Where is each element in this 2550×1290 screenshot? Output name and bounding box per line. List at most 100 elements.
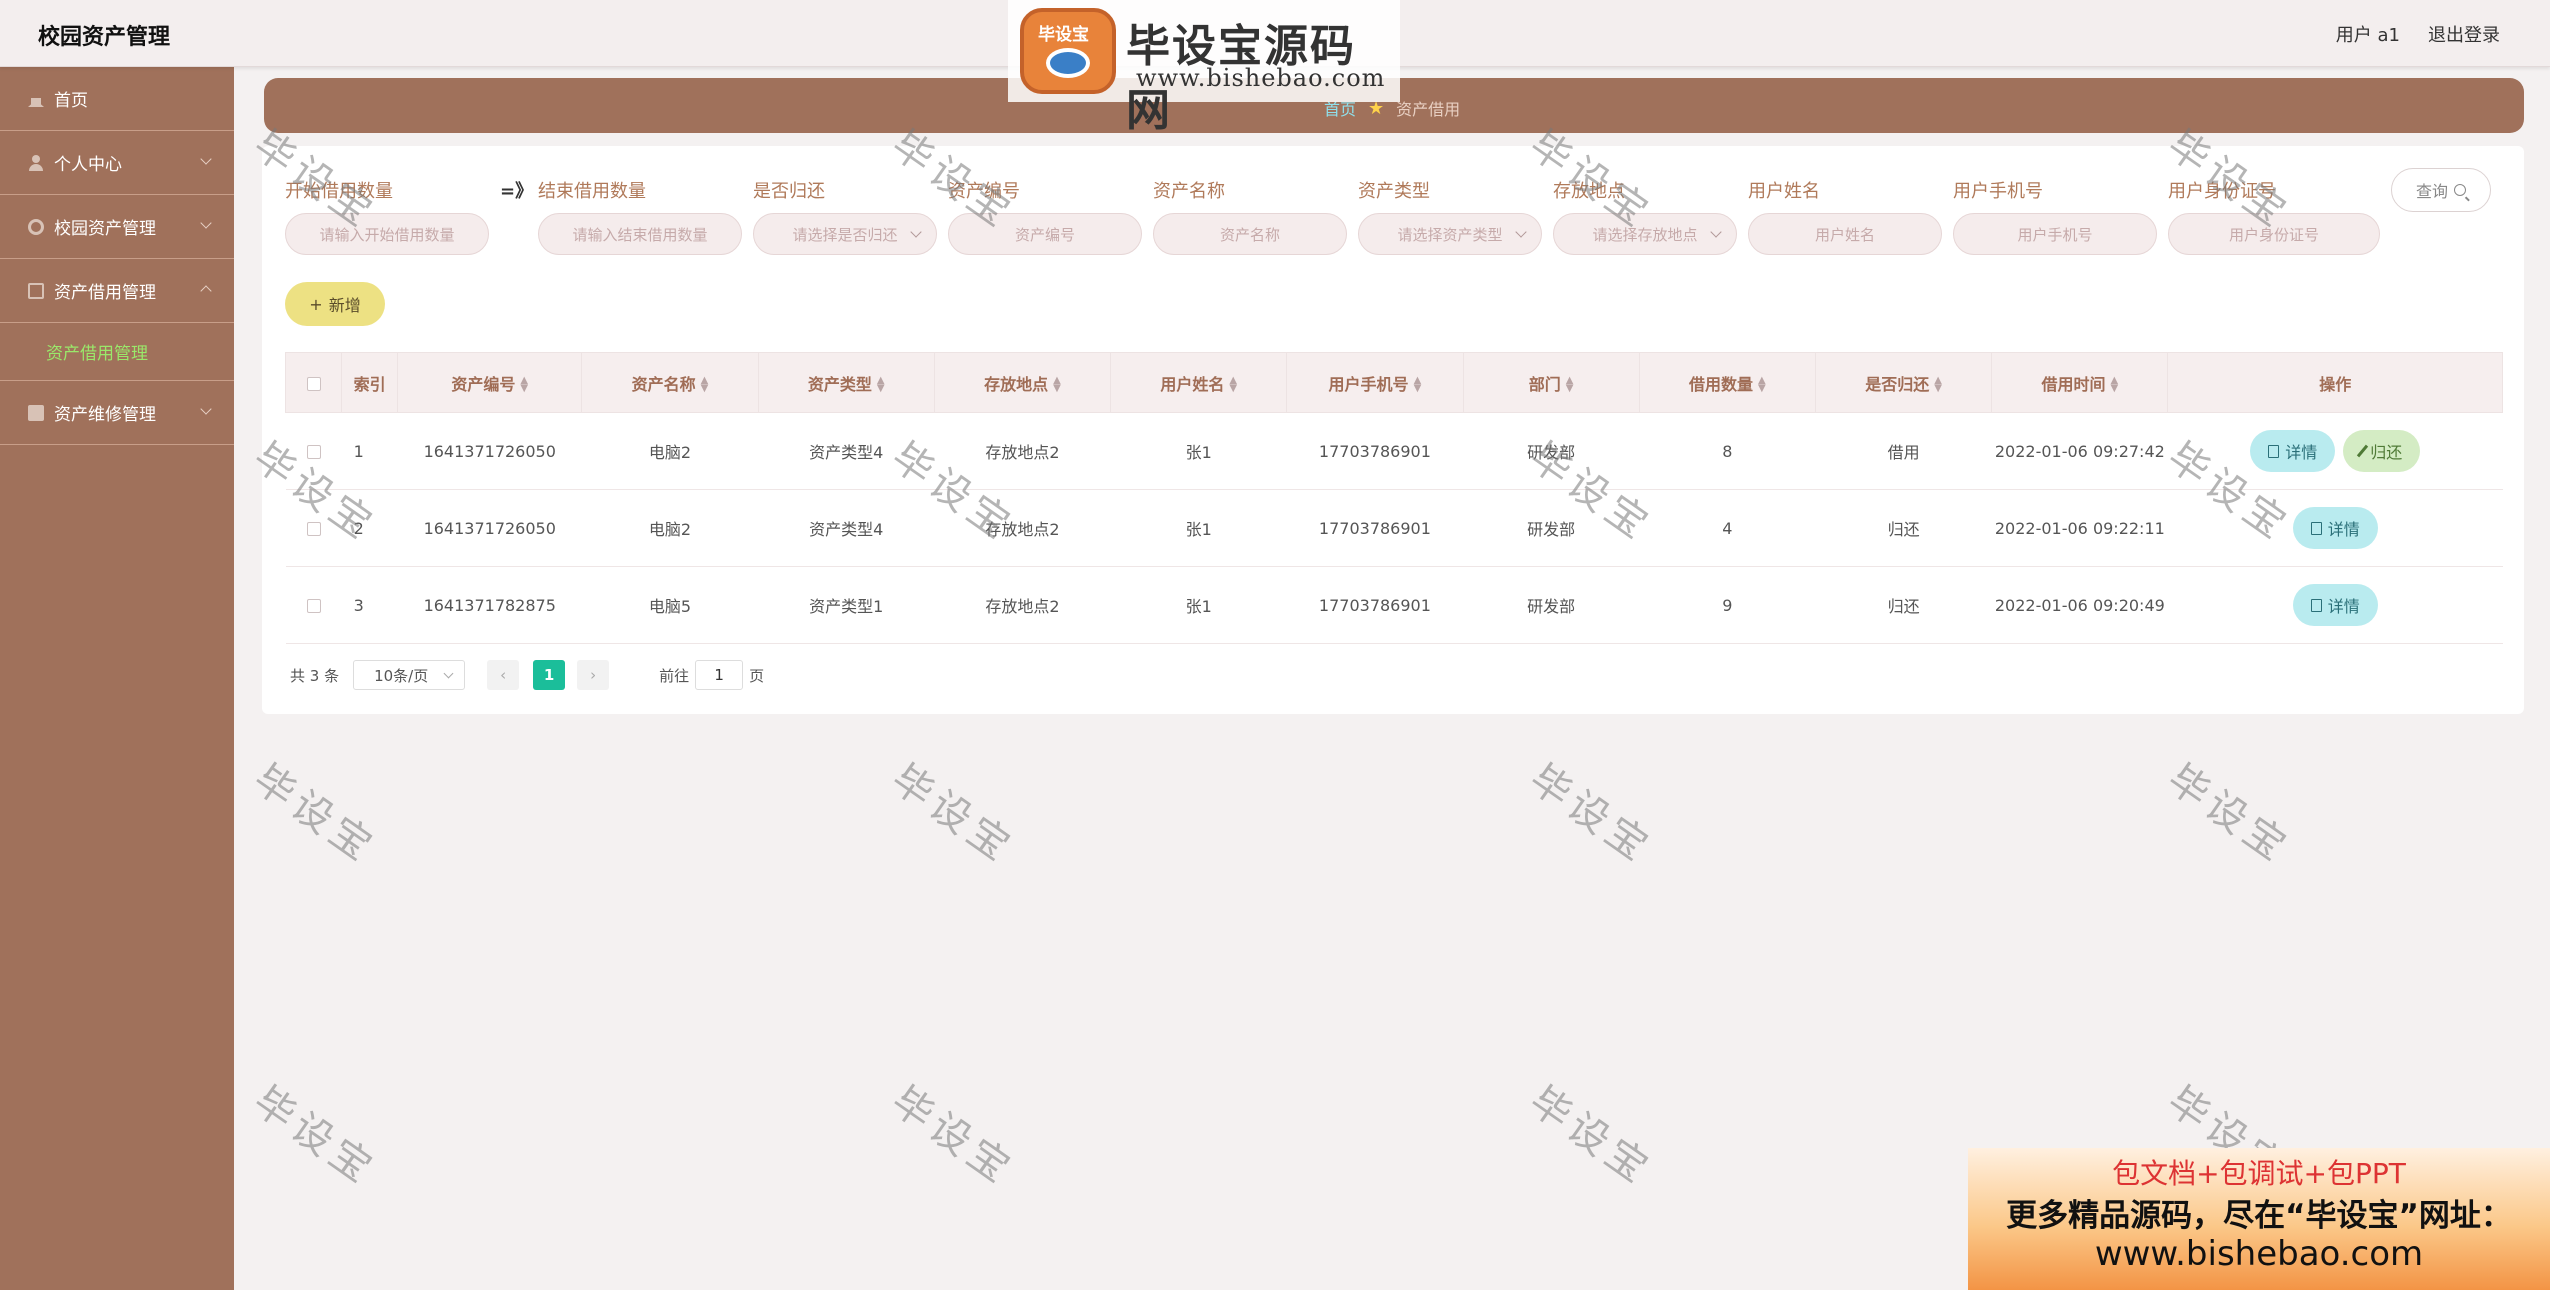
- sidebar-item-home[interactable]: 首页: [0, 67, 234, 131]
- column-header[interactable]: 存放地点 ▲ ▼: [933, 352, 1112, 413]
- logout-link[interactable]: 退出登录: [2428, 21, 2500, 47]
- goto-prefix: 前往: [659, 666, 690, 685]
- column-header[interactable]: 用户姓名 ▲ ▼: [1110, 352, 1288, 413]
- cell-location: 存放地点2: [934, 489, 1111, 567]
- cell-time: 2022-01-06 09:22:11: [1991, 489, 2168, 567]
- row-checkbox[interactable]: [306, 599, 321, 613]
- pagination: 共 3 条 10条/页 ‹ 1 › 前往 1 页: [290, 660, 764, 690]
- start-borrow-qty-input[interactable]: 请输入开始借用数量: [285, 213, 489, 255]
- cell-time: 2022-01-06 09:20:49: [1991, 566, 2168, 644]
- cell-dept: 研发部: [1463, 489, 1640, 567]
- chevron-down-icon: [910, 226, 922, 238]
- select-all-checkbox[interactable]: [306, 376, 321, 391]
- row-checkbox[interactable]: [306, 445, 321, 459]
- sort-icon[interactable]: ▲ ▼: [877, 376, 885, 394]
- column-header[interactable]: 资产编号 ▲ ▼: [397, 352, 583, 413]
- page-size-select[interactable]: 10条/页: [353, 660, 466, 690]
- column-header[interactable]: 是否归还 ▲ ▼: [1814, 352, 1993, 413]
- asset-no-input[interactable]: 资产编号: [948, 213, 1142, 255]
- column-header[interactable]: 部门 ▲ ▼: [1462, 352, 1640, 413]
- column-label: 借用时间: [2041, 374, 2106, 394]
- prev-page-button[interactable]: ‹: [487, 660, 520, 690]
- row-checkbox[interactable]: [306, 522, 321, 536]
- column-header[interactable]: 资产类型 ▲ ▼: [757, 352, 935, 413]
- watermark-text: 毕设宝: [2158, 755, 2299, 873]
- sidebar-subitem-borrow-management[interactable]: 资产借用管理: [0, 323, 234, 381]
- sort-icon[interactable]: ▲ ▼: [1566, 376, 1574, 394]
- sort-icon[interactable]: ▲ ▼: [1414, 376, 1422, 394]
- field-label: 资产编号: [948, 181, 1020, 202]
- page-number-button[interactable]: 1: [533, 660, 566, 690]
- cell-user: 张1: [1110, 412, 1287, 490]
- sort-icon[interactable]: ▲ ▼: [520, 376, 528, 394]
- field-label: 资产类型: [1358, 181, 1430, 202]
- sort-icon[interactable]: ▲ ▼: [1229, 376, 1237, 394]
- add-label: 新增: [328, 296, 361, 315]
- returned-select[interactable]: 请选择是否归还: [753, 213, 937, 255]
- sidebar-item-label: 首页: [54, 91, 88, 111]
- range-arrow: =》: [500, 181, 534, 202]
- sidebar-item-label: 资产维修管理: [54, 405, 156, 425]
- sort-icon[interactable]: ▲ ▼: [1053, 376, 1061, 394]
- table-header-row: 索引 资产编号 ▲ ▼ 资产名称 ▲ ▼ 资产类型 ▲ ▼ 存放地点 ▲ ▼ 用户姓名 ▲ ▼ 用户…: [284, 352, 2503, 413]
- row-select-cell[interactable]: [285, 489, 342, 567]
- user-icon: [28, 154, 44, 171]
- detail-button[interactable]: 详情: [2250, 430, 2336, 473]
- cell-returned: 借用: [1815, 412, 1992, 490]
- header-user-area: 用户 a1 退出登录: [2336, 21, 2500, 47]
- next-page-button[interactable]: ›: [577, 660, 610, 690]
- ad-banner[interactable]: 包文档+包调试+包PPT 更多精品源码，尽在“毕设宝”网址： www.bishe…: [1968, 1148, 2550, 1290]
- sort-icon[interactable]: ▲ ▼: [701, 376, 709, 394]
- user-label[interactable]: 用户 a1: [2336, 21, 2400, 47]
- app-title: 校园资产管理: [38, 25, 171, 50]
- end-borrow-qty-input[interactable]: 请输入结束借用数量: [538, 213, 742, 255]
- select-placeholder: 请选择是否归还: [792, 225, 898, 244]
- sidebar-item-repair-management[interactable]: 资产维修管理: [0, 381, 234, 445]
- asset-name-input[interactable]: 资产名称: [1153, 213, 1347, 255]
- sidebar-item-asset-management[interactable]: 校园资产管理: [0, 195, 234, 259]
- watermark-text: 毕设宝: [244, 1077, 385, 1195]
- select-placeholder: 请选择存放地点: [1592, 225, 1698, 244]
- doc-icon: [28, 282, 44, 299]
- column-label: 资产类型: [807, 374, 872, 394]
- cell-location: 存放地点2: [934, 566, 1111, 644]
- user-name-input[interactable]: 用户姓名: [1748, 213, 1942, 255]
- cell-index: 2: [341, 489, 398, 567]
- cell-asset-name: 电脑2: [581, 412, 759, 490]
- cell-qty: 9: [1639, 566, 1816, 644]
- column-header[interactable]: 借用时间 ▲ ▼: [1991, 352, 2169, 413]
- add-button[interactable]: + 新增: [285, 282, 385, 326]
- edit-icon: [2357, 444, 2369, 458]
- query-button[interactable]: 查询: [2391, 168, 2491, 212]
- sidebar-item-borrow-management[interactable]: 资产借用管理: [0, 259, 234, 323]
- cell-returned: 归还: [1815, 489, 1992, 567]
- column-header[interactable]: 用户手机号 ▲ ▼: [1286, 352, 1464, 413]
- goto-page-input[interactable]: 1: [695, 660, 744, 690]
- column-header[interactable]: 借用数量 ▲ ▼: [1638, 352, 1817, 413]
- user-phone-input[interactable]: 用户手机号: [1953, 213, 2157, 255]
- cell-asset-name: 电脑5: [581, 566, 759, 644]
- document-icon: [2268, 444, 2280, 458]
- detail-button[interactable]: 详情: [2292, 507, 2378, 549]
- table-row: 2 1641371726050 电脑2 资产类型4 存放地点2 张1 17703…: [285, 489, 2503, 567]
- row-select-cell[interactable]: [285, 412, 342, 490]
- chevron-down-icon: [1710, 226, 1722, 238]
- sidebar-item-personal-center[interactable]: 个人中心: [0, 131, 234, 195]
- sort-icon[interactable]: ▲ ▼: [1934, 376, 1942, 394]
- return-button[interactable]: 归还: [2343, 429, 2421, 472]
- cell-qty: 8: [1639, 412, 1816, 490]
- cell-user: 张1: [1110, 566, 1287, 644]
- user-id-card-input[interactable]: 用户身份证号: [2168, 213, 2380, 255]
- sort-icon[interactable]: ▲ ▼: [1758, 376, 1766, 394]
- column-header[interactable]: 资产名称 ▲ ▼: [581, 352, 759, 413]
- row-select-cell[interactable]: [285, 566, 342, 644]
- table-row: 3 1641371782875 电脑5 资产类型1 存放地点2 张1 17703…: [285, 566, 2503, 644]
- detail-button[interactable]: 详情: [2292, 584, 2378, 626]
- select-all-cell[interactable]: [284, 352, 343, 413]
- sort-icon[interactable]: ▲ ▼: [2111, 376, 2119, 394]
- watermark-text: 毕设宝: [882, 755, 1023, 873]
- column-label: 存放地点: [984, 374, 1049, 394]
- watermark-text: 毕设宝: [1520, 1077, 1661, 1195]
- location-select[interactable]: 请选择存放地点: [1553, 213, 1737, 255]
- asset-type-select[interactable]: 请选择资产类型: [1358, 213, 1542, 255]
